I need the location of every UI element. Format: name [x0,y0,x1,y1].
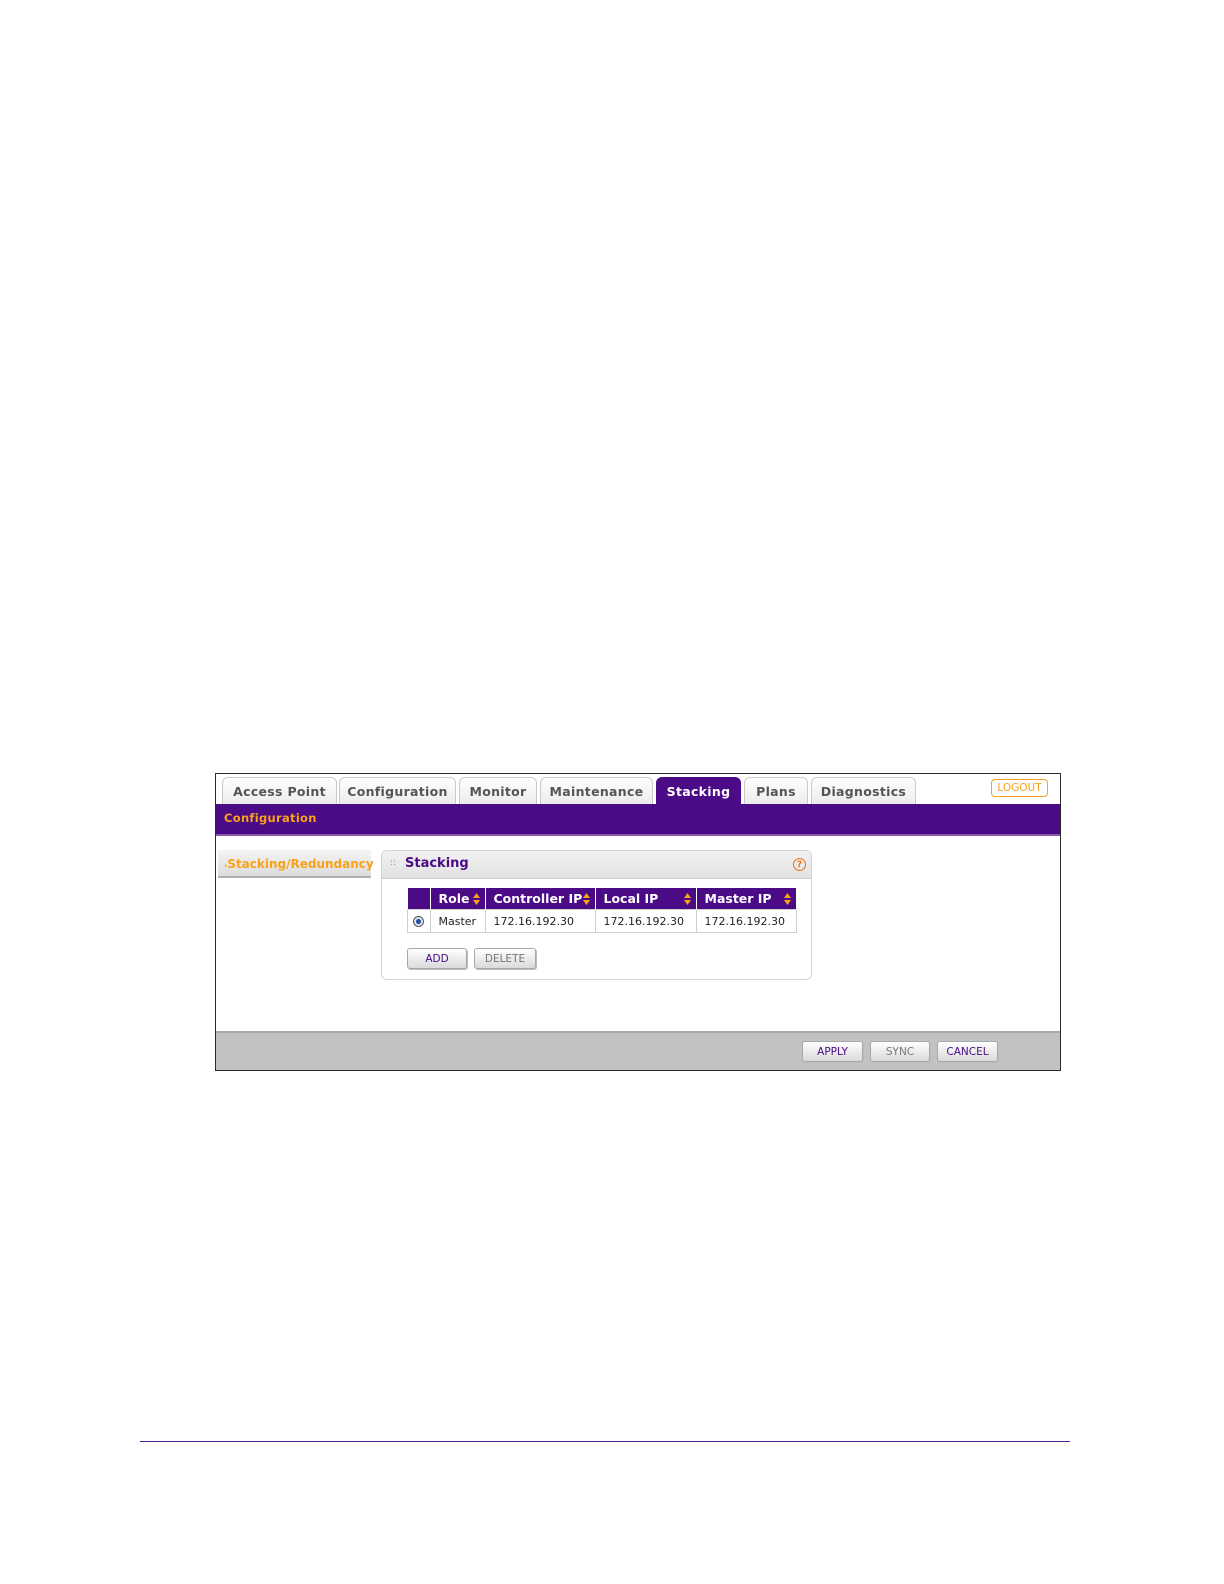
drag-grip-icon[interactable]: :: [390,858,396,868]
apply-button[interactable]: APPLY [802,1041,863,1062]
column-header-label: Local IP [603,891,659,906]
cell-master-ip: 172.16.192.30 [695,909,797,933]
cell-controller-ip: 172.16.192.30 [484,909,596,933]
panel-header: :: Stacking ? [382,851,811,879]
cancel-button[interactable]: CANCEL [937,1041,998,1062]
sort-arrows-icon[interactable] [683,893,691,905]
column-header-master-ip[interactable]: Master IP [696,888,797,910]
column-header-label: Role [438,891,470,906]
tab-diagnostics[interactable]: Diagnostics [811,777,916,804]
side-menu: ›Stacking/Redundancy [218,850,374,878]
side-menu-item-stacking-redundancy[interactable]: ›Stacking/Redundancy [224,857,374,871]
sort-arrows-icon[interactable] [582,893,590,905]
tab-bar: Access Point Configuration Monitor Maint… [216,774,1060,804]
sort-arrows-icon[interactable] [783,893,791,905]
tab-monitor[interactable]: Monitor [459,777,537,804]
footer-action-bar: APPLY SYNC CANCEL [216,1031,1060,1070]
help-icon[interactable]: ? [793,858,806,871]
tab-maintenance[interactable]: Maintenance [540,777,653,804]
sub-navigation-bar: Configuration [216,804,1060,836]
sync-button[interactable]: SYNC [870,1041,930,1062]
add-button[interactable]: ADD [407,948,467,969]
row-select-cell [407,909,431,933]
row-select-radio[interactable] [413,915,425,927]
cell-role: Master [429,909,486,933]
tab-configuration[interactable]: Configuration [339,777,456,804]
tab-access-point[interactable]: Access Point [222,777,337,804]
table-row[interactable]: Master 172.16.192.30 172.16.192.30 172.1… [407,909,797,933]
table-header-row: Role Controller IP Local IP Master IP [407,888,797,910]
app-window: Access Point Configuration Monitor Maint… [215,773,1061,1071]
tab-stacking[interactable]: Stacking [656,777,741,804]
select-column-header [407,888,431,910]
panel-title: Stacking [405,856,469,871]
stacking-table: Role Controller IP Local IP Master IP Ma… [407,888,797,933]
subnav-configuration[interactable]: Configuration [224,811,317,825]
cell-local-ip: 172.16.192.30 [594,909,697,933]
stacking-panel: :: Stacking ? Role Controller IP Local I… [381,850,812,980]
column-header-label: Controller IP [493,891,583,906]
column-header-label: Master IP [704,891,772,906]
side-menu-item-label: Stacking/Redundancy [227,857,374,871]
column-header-controller-ip[interactable]: Controller IP [485,888,596,910]
column-header-role[interactable]: Role [430,888,486,910]
delete-button[interactable]: DELETE [474,948,536,969]
logout-button[interactable]: LOGOUT [991,779,1048,797]
page-footer-divider [140,1441,1070,1442]
sort-arrows-icon[interactable] [472,893,480,905]
tab-plans[interactable]: Plans [744,777,808,804]
column-header-local-ip[interactable]: Local IP [595,888,697,910]
